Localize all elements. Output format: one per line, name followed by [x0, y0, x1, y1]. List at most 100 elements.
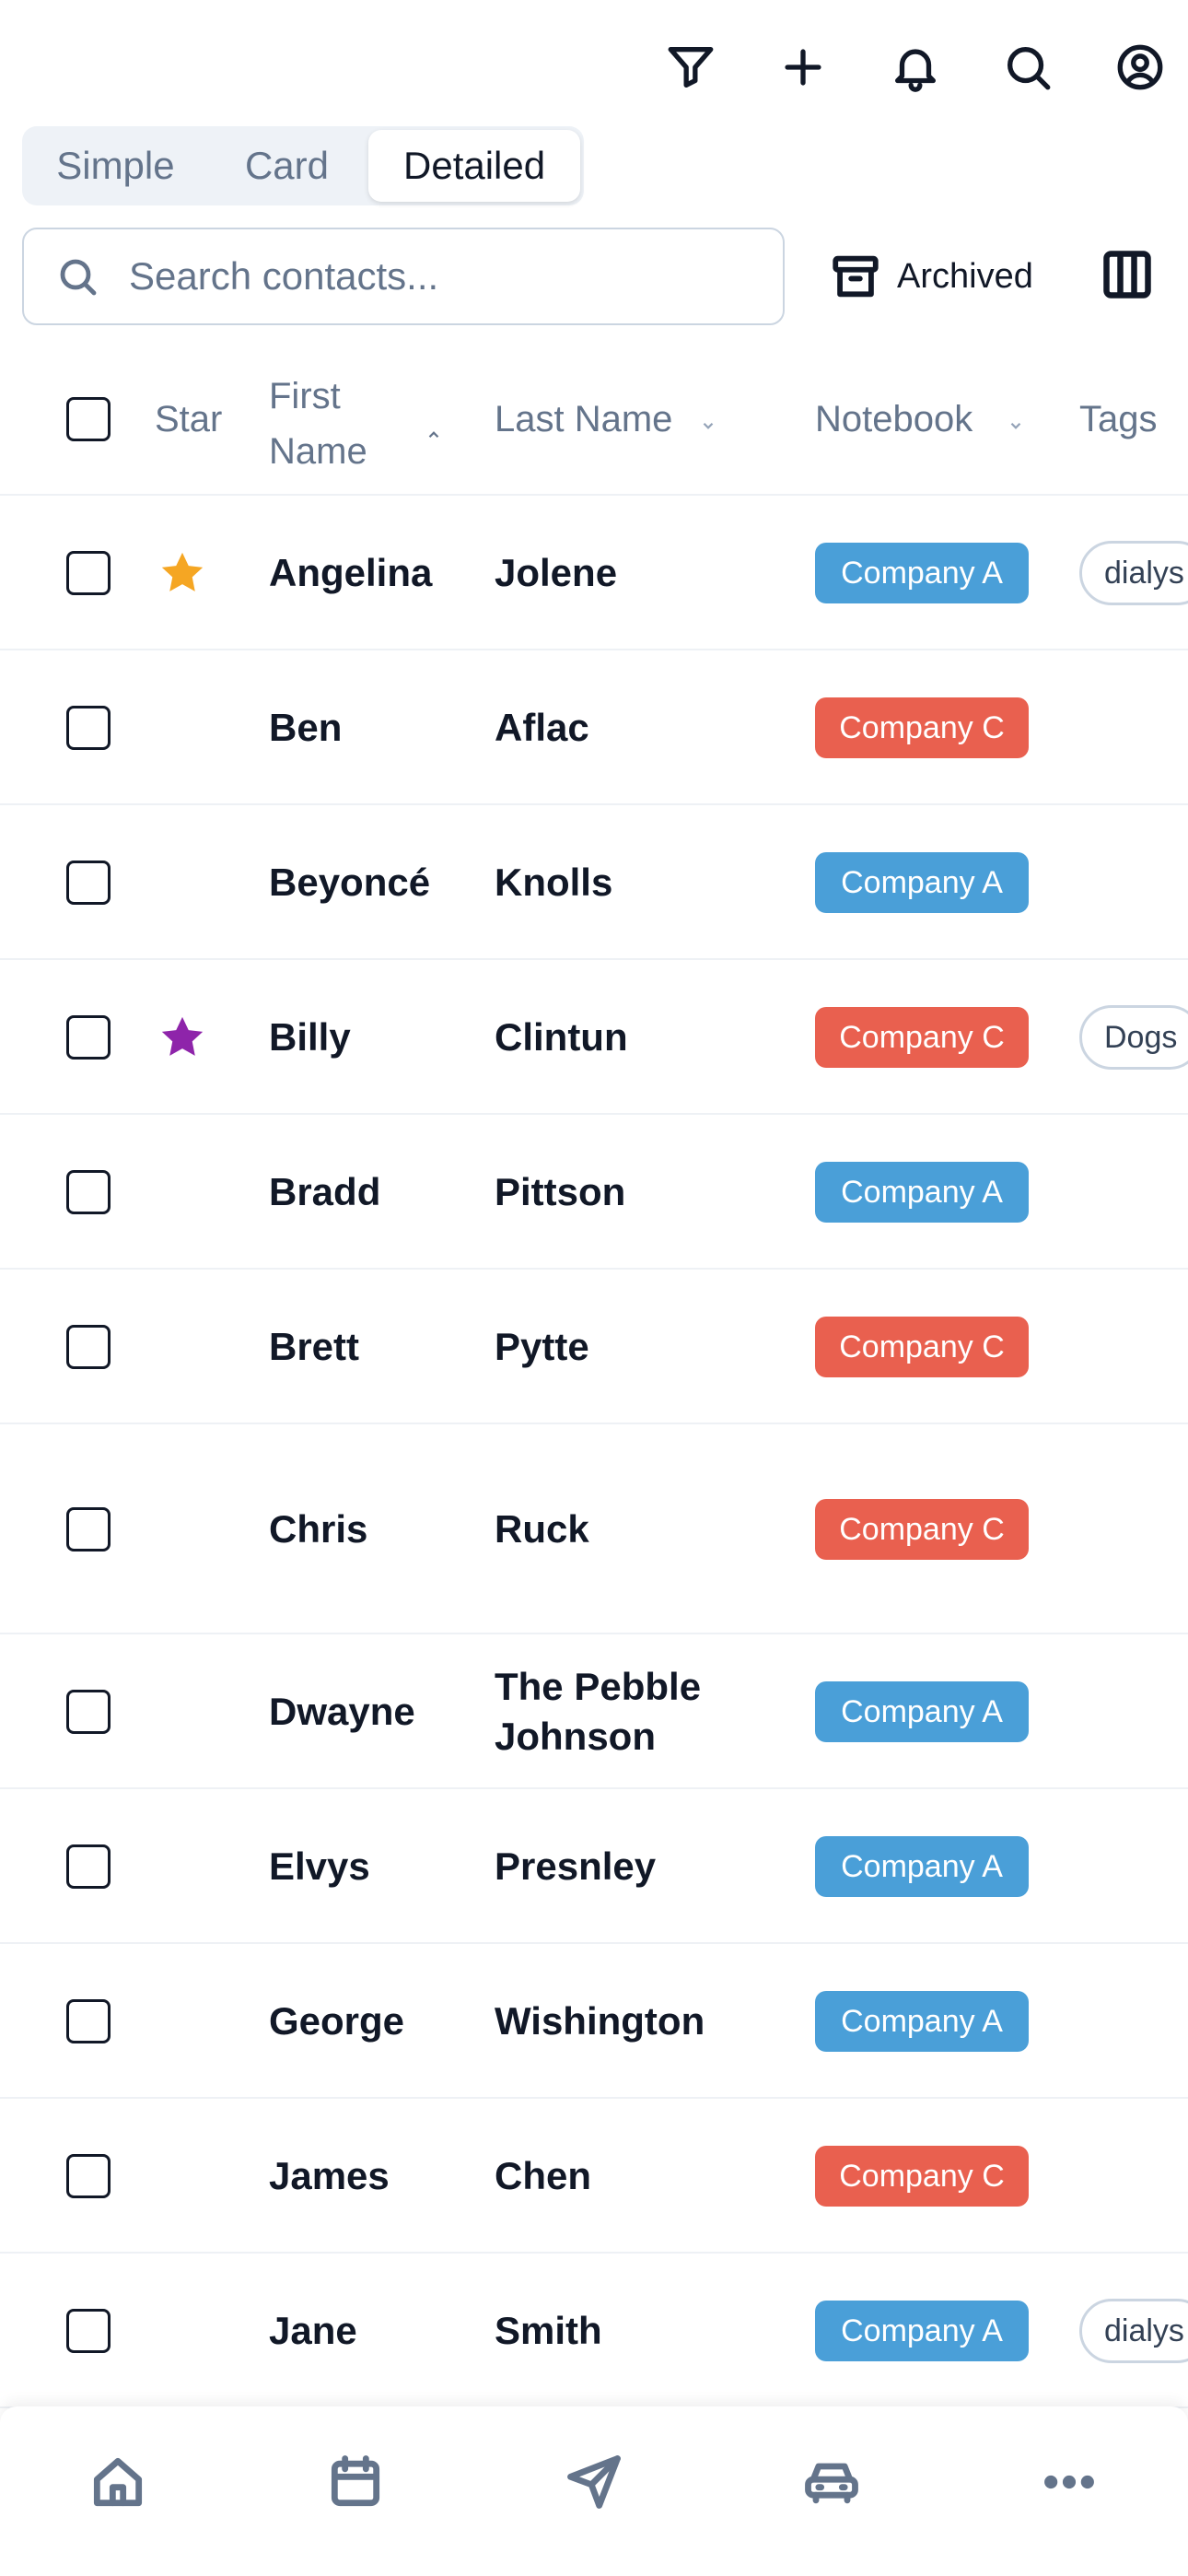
header-star[interactable]: Star	[155, 399, 222, 440]
first-name-cell: Beyoncé	[269, 861, 431, 904]
table-row[interactable]: Ben Aflac Company C	[0, 650, 1188, 805]
first-name-cell: Dwayne	[269, 1690, 415, 1733]
notebook-badge: Company A	[815, 2301, 1029, 2361]
row-checkbox[interactable]	[66, 1015, 111, 1060]
header-notebook[interactable]: Notebook	[815, 399, 973, 440]
row-checkbox[interactable]	[66, 1170, 111, 1214]
tag-chip[interactable]: dialys	[1079, 541, 1188, 605]
row-checkbox[interactable]	[66, 1999, 111, 2043]
first-name-cell: Brett	[269, 1325, 360, 1368]
user-circle-icon[interactable]	[1112, 40, 1168, 95]
first-name-cell: Bradd	[269, 1170, 381, 1213]
header-tags[interactable]: Tags	[1079, 399, 1158, 440]
table-row[interactable]: James Chen Company C	[0, 2099, 1188, 2254]
last-name-cell: Jolene	[495, 551, 618, 594]
notebook-badge: Company A	[815, 1836, 1029, 1897]
first-name-cell: Jane	[269, 2309, 357, 2352]
table-row[interactable]: Angelina Jolene Company A dialys	[0, 496, 1188, 650]
archived-button[interactable]: Archived	[829, 245, 1033, 308]
bottom-nav	[0, 2406, 1188, 2576]
table-row[interactable]: Beyoncé Knolls Company A	[0, 805, 1188, 960]
last-name-cell: Presnley	[495, 1844, 657, 1888]
row-checkbox[interactable]	[66, 1325, 111, 1369]
last-name-cell: Aflac	[495, 706, 589, 749]
search-input[interactable]	[129, 254, 755, 299]
contacts-table: Star First Name Last Name Notebook Tags …	[0, 348, 1188, 2408]
row-checkbox[interactable]	[66, 706, 111, 750]
tag-chip[interactable]: dialys	[1079, 2299, 1188, 2363]
table-row[interactable]: George Wishington Company A	[0, 1944, 1188, 2099]
first-name-cell: Chris	[269, 1507, 368, 1551]
sort-ascending-icon[interactable]	[425, 413, 442, 454]
car-icon[interactable]	[798, 2449, 865, 2515]
send-icon[interactable]	[561, 2449, 627, 2515]
bell-icon[interactable]	[888, 40, 943, 95]
filter-icon[interactable]	[663, 40, 718, 95]
row-checkbox[interactable]	[66, 1844, 111, 1889]
view-simple-tab[interactable]: Simple	[26, 130, 205, 202]
notebook-badge: Company C	[815, 1317, 1029, 1377]
chevron-down-icon[interactable]	[1007, 404, 1024, 445]
contacts-page: Simple Card Detailed Archived Star First…	[0, 0, 1188, 2576]
notebook-badge: Company A	[815, 852, 1029, 913]
columns-button[interactable]	[1100, 247, 1155, 302]
star-icon[interactable]	[157, 1012, 208, 1063]
row-checkbox[interactable]	[66, 2309, 111, 2353]
archive-icon	[833, 255, 879, 298]
table-row[interactable]: Dwayne The Pebble Johnson Company A	[0, 1634, 1188, 1789]
table-row[interactable]: Brett Pytte Company C	[0, 1270, 1188, 1424]
search-box	[22, 228, 785, 325]
first-name-cell: Angelina	[269, 551, 433, 594]
last-name-cell: Pittson	[495, 1170, 626, 1213]
view-detailed-tab[interactable]: Detailed	[368, 130, 580, 202]
last-name-cell: The Pebble Johnson	[495, 1665, 702, 1758]
chevron-down-icon[interactable]	[700, 404, 716, 445]
row-checkbox[interactable]	[66, 861, 111, 905]
row-checkbox[interactable]	[66, 551, 111, 595]
table-row[interactable]: Billy Clintun Company C Dogs	[0, 960, 1188, 1115]
notebook-badge: Company A	[815, 1991, 1029, 2052]
table-body: Angelina Jolene Company A dialys Ben Aflac Com…	[0, 496, 1188, 2408]
star-icon[interactable]	[157, 547, 208, 599]
table-row[interactable]: Chris Ruck Company C	[0, 1424, 1188, 1634]
view-card-tab[interactable]: Card	[205, 130, 368, 202]
last-name-cell: Pytte	[495, 1325, 589, 1368]
last-name-cell: Wishington	[495, 1999, 705, 2043]
notebook-badge: Company C	[815, 2146, 1029, 2207]
tag-chip[interactable]: Dogs	[1079, 1005, 1188, 1070]
header-first-name[interactable]: First Name	[269, 369, 370, 479]
last-name-cell: Smith	[495, 2309, 602, 2352]
last-name-cell: Clintun	[495, 1015, 628, 1059]
top-toolbar	[663, 33, 1168, 101]
view-switch: Simple Card Detailed	[22, 126, 584, 205]
table-row[interactable]: Jane Smith Company A dialys	[0, 2254, 1188, 2408]
table-header: Star First Name Last Name Notebook Tags	[0, 348, 1188, 496]
row-checkbox[interactable]	[66, 1690, 111, 1734]
first-name-cell: Elvys	[269, 1844, 370, 1888]
notebook-badge: Company A	[815, 1162, 1029, 1223]
notebook-badge: Company A	[815, 543, 1029, 603]
select-all-checkbox[interactable]	[66, 397, 111, 441]
row-checkbox[interactable]	[66, 2154, 111, 2198]
search-icon	[55, 254, 99, 299]
table-row[interactable]: Bradd Pittson Company A	[0, 1115, 1188, 1270]
first-name-cell: Billy	[269, 1015, 351, 1059]
home-icon[interactable]	[85, 2449, 151, 2515]
search-icon[interactable]	[1000, 40, 1055, 95]
columns-icon	[1103, 251, 1151, 299]
last-name-cell: Knolls	[495, 861, 613, 904]
more-icon[interactable]	[1036, 2449, 1102, 2515]
last-name-cell: Chen	[495, 2154, 591, 2197]
first-name-cell: George	[269, 1999, 405, 2043]
notebook-badge: Company C	[815, 1007, 1029, 1068]
row-checkbox[interactable]	[66, 1507, 111, 1551]
notebook-badge: Company C	[815, 697, 1029, 758]
table-row[interactable]: Elvys Presnley Company A	[0, 1789, 1188, 1944]
notebook-badge: Company C	[815, 1499, 1029, 1560]
last-name-cell: Ruck	[495, 1507, 589, 1551]
header-last-name[interactable]: Last Name	[495, 399, 672, 440]
notebook-badge: Company A	[815, 1681, 1029, 1742]
plus-icon[interactable]	[775, 40, 831, 95]
archived-label: Archived	[897, 256, 1033, 296]
calendar-icon[interactable]	[322, 2449, 389, 2515]
